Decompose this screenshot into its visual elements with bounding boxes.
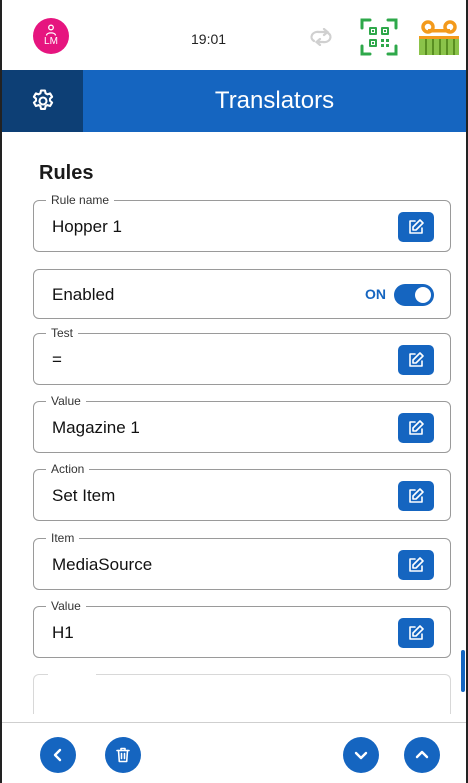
status-bar: LM 19:01 [2, 0, 466, 70]
edit-icon [409, 625, 424, 640]
move-down-button[interactable] [343, 737, 379, 773]
chevron-left-icon [53, 748, 62, 762]
gear-icon [32, 89, 53, 110]
edit-icon [409, 219, 424, 234]
clock-time: 19:01 [191, 31, 227, 47]
test-field: Test = [33, 326, 451, 385]
field-label: Value [46, 394, 86, 408]
user-icon [45, 24, 57, 36]
edit-item-button[interactable] [398, 550, 434, 580]
enabled-row: Enabled ON [33, 269, 451, 319]
chevron-up-icon [415, 750, 429, 759]
enabled-toggle[interactable] [394, 284, 434, 306]
field-label: Value [46, 599, 86, 613]
delete-button[interactable] [105, 737, 141, 773]
toggle-state-label: ON [365, 286, 386, 302]
edit-value-button[interactable] [398, 413, 434, 443]
qr-code-icon[interactable] [360, 18, 398, 56]
rule-name-field: Rule name Hopper 1 [33, 193, 451, 252]
partial-field-offscreen [33, 674, 451, 714]
field-value: Hopper 1 [52, 217, 122, 236]
page-title: Translators [214, 87, 335, 114]
edit-value-2-button[interactable] [398, 618, 434, 648]
field-value: Set Item [52, 486, 116, 505]
edit-rule-name-button[interactable] [398, 212, 434, 242]
edit-icon [409, 488, 424, 503]
settings-button[interactable] [2, 70, 83, 132]
section-title: Rules [39, 162, 94, 184]
avatar-initials: LM [44, 35, 58, 47]
rules-content: Rules Rule name Hopper 1 Enabled ON Test… [2, 132, 466, 722]
edit-test-button[interactable] [398, 345, 434, 375]
trash-icon [116, 747, 130, 763]
app-frame: LM 19:01 Translators Rules Rule name Hop… [0, 0, 468, 783]
back-button[interactable] [40, 737, 76, 773]
item-field: Item MediaSource [33, 531, 451, 590]
field-value: = [52, 350, 62, 369]
value-field: Value Magazine 1 [33, 394, 451, 453]
field-label: Action [46, 462, 90, 476]
chevron-down-icon [354, 751, 368, 760]
enabled-label: Enabled [52, 285, 115, 304]
value-2-field: Value H1 [33, 599, 451, 658]
action-field: Action Set Item [33, 462, 451, 521]
edit-icon [409, 420, 424, 435]
field-value: H1 [52, 623, 74, 642]
cassette-icon[interactable] [417, 20, 461, 56]
toggle-knob [415, 287, 431, 303]
avatar[interactable]: LM [33, 18, 69, 54]
field-label: Item [46, 531, 80, 545]
edit-icon [409, 352, 424, 367]
edit-action-button[interactable] [398, 481, 434, 511]
field-label: Rule name [46, 193, 115, 207]
scrollbar[interactable] [461, 650, 465, 692]
sync-icon[interactable] [308, 28, 334, 46]
field-label: Test [46, 326, 79, 340]
move-up-button[interactable] [404, 737, 440, 773]
footer-toolbar [2, 722, 466, 783]
app-header: Translators [2, 70, 466, 132]
field-value: Magazine 1 [52, 418, 140, 437]
edit-icon [409, 557, 424, 572]
field-value: MediaSource [52, 555, 153, 574]
